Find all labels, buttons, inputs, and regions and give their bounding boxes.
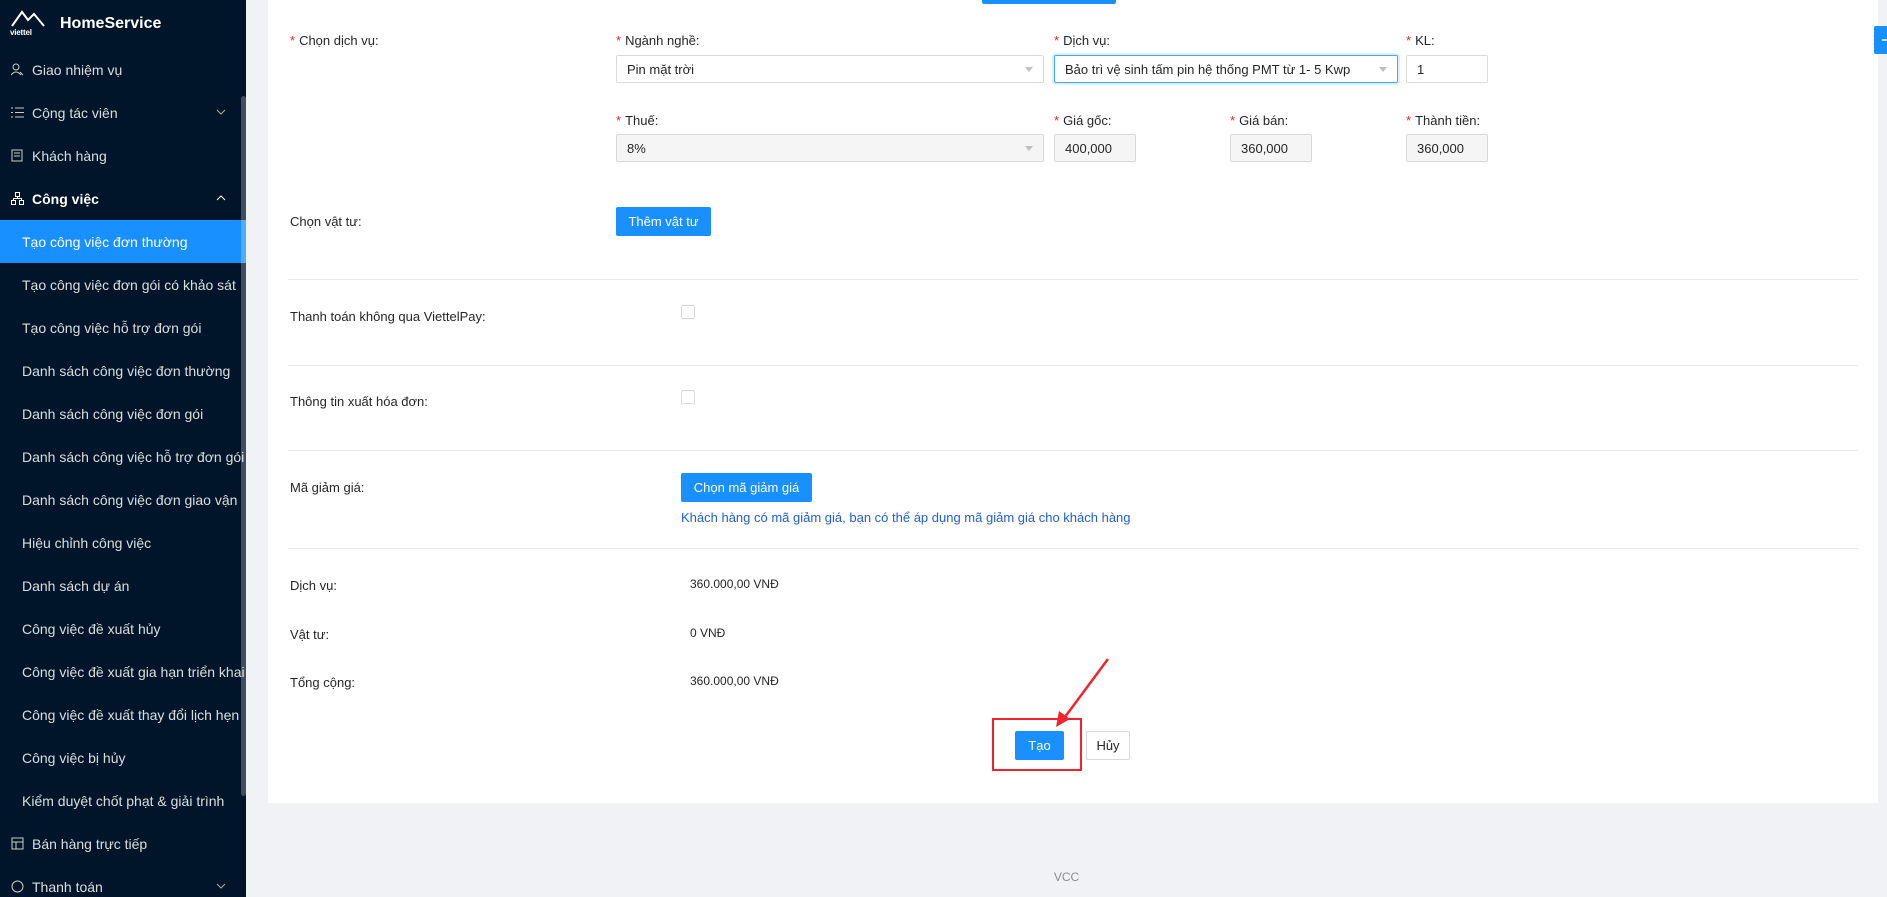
cancel-button[interactable]: Hủy [1086,731,1130,760]
nganh-nghe-select[interactable]: Pin mặt trời [616,55,1044,83]
sidebar-subitem-ds-cong-viec-don-giao-van[interactable]: Danh sách công việc đơn giao vận [0,478,246,521]
payment-icon [10,880,24,894]
sidebar-item-label: Khách hàng [32,147,107,164]
summary-dich-vu-value: 360.000,00 VNĐ [690,577,779,591]
discount-hint-text: Khách hàng có mã giảm giá, bạn có thể áp… [681,510,1131,525]
sidebar-scrollbar[interactable] [241,96,246,796]
gia-goc-label: * Giá gốc: [1054,113,1112,128]
top-button-edge [982,0,1116,4]
sidebar-item-label: Thanh toán [32,878,103,895]
sidebar-subitem-hieu-chinh-cong-viec[interactable]: Hiệu chỉnh công việc [0,521,246,564]
sidebar-subitem-ds-cong-viec-don-goi[interactable]: Danh sách công việc đơn gói [0,392,246,435]
sidebar-item-label: Bán hàng trực tiếp [32,835,148,852]
logo-text: viettel [10,28,32,37]
caret-down-icon [1379,67,1387,72]
sidebar-item-cong-tac-vien[interactable]: Cộng tác viên [0,91,246,134]
sidebar: viettel HomeService Giao nhiệm vụ Cộng t… [0,0,246,897]
kl-input[interactable]: 1 [1406,55,1488,83]
add-supply-button[interactable]: Thêm vật tư [616,207,711,236]
divider [288,450,1858,451]
summary-tong-cong-value: 360.000,00 VNĐ [690,674,779,688]
user-task-icon [10,63,24,77]
sidebar-subitem-cong-viec-de-xuat-huy[interactable]: Công việc đề xuất hủy [0,607,246,650]
service-section-label: * Chọn dịch vụ: [290,33,379,48]
sidebar-menu: Giao nhiệm vụ Cộng tác viên Khách hàng C… [0,48,246,897]
summary-dich-vu-label: Dịch vụ: [290,578,337,593]
sidebar-subitem-tao-cong-viec-don-goi-khao-sat[interactable]: Tạo công việc đơn gói có khảo sát [0,263,246,306]
divider [288,548,1858,549]
shop-icon [10,837,24,851]
sidebar-item-khach-hang[interactable]: Khách hàng [0,134,246,177]
summary-vat-tu-value: 0 VNĐ [690,626,726,640]
cluster-icon [10,192,24,206]
sidebar-item-ban-hang-truc-tiep[interactable]: Bán hàng trực tiếp [0,822,246,865]
xuat-hoa-don-label: Thông tin xuất hóa đơn: [290,394,428,409]
list-icon [10,106,24,120]
choose-discount-button[interactable]: Chọn mã giảm giá [681,473,812,502]
sidebar-subitem-ds-cong-viec-don-thuong[interactable]: Danh sách công việc đơn thường [0,349,246,392]
sidebar-subitem-ds-du-an[interactable]: Danh sách dự án [0,564,246,607]
summary-tong-cong-label: Tổng cộng: [290,675,356,690]
dich-vu-select[interactable]: Bảo trì vệ sinh tấm pin hệ thống PMT từ … [1054,55,1398,83]
chevron-down-icon [216,883,226,889]
annotation-arrow-icon [1056,658,1110,727]
sidebar-subitem-cong-viec-bi-huy[interactable]: Công việc bị hủy [0,736,246,779]
vat-tu-label: Chọn vật tư: [290,214,362,229]
app-title: HomeService [60,15,162,32]
thanh-toan-label: Thanh toán không qua ViettelPay: [290,309,486,324]
sidebar-subitem-cong-viec-doi-lich-hen[interactable]: Công việc đề xuất thay đổi lịch hẹn [0,693,246,736]
sidebar-subitem-tao-cong-viec-don-thuong[interactable]: Tạo công việc đơn thường [0,220,246,263]
gia-ban-label: * Giá bán: [1230,113,1289,128]
caret-down-icon [1025,146,1033,151]
sidebar-item-giao-nhiem-vu[interactable]: Giao nhiệm vụ [0,48,246,91]
footer-text: VCC [1053,870,1080,884]
thanh-tien-label: * Thành tiền: [1406,113,1481,128]
xuat-hoa-don-checkbox[interactable] [681,390,695,404]
chevron-down-icon [216,109,226,115]
divider [288,279,1858,280]
plus-icon [1882,39,1887,41]
gia-ban-input: 360,000 [1230,134,1312,162]
dich-vu-label: * Dịch vụ: [1054,33,1111,48]
thue-select[interactable]: 8% [616,134,1044,162]
caret-down-icon [1025,67,1033,72]
sidebar-item-label: Giao nhiệm vụ [32,61,123,78]
summary-vat-tu-label: Vật tư: [290,627,330,642]
thanh-tien-input: 360,000 [1406,134,1488,162]
nganh-nghe-label: * Ngành nghề: [616,33,700,48]
sidebar-item-label: Công việc [32,190,99,207]
sidebar-item-label: Cộng tác viên [32,104,118,121]
divider [288,365,1858,366]
thue-label: * Thuế: [616,113,659,128]
sidebar-subitem-cong-viec-gia-han[interactable]: Công việc đề xuất gia hạn triển khai [0,650,246,693]
sidebar-item-cong-viec[interactable]: Công việc [0,177,246,220]
ma-giam-gia-label: Mã giảm giá: [290,480,365,495]
thanh-toan-checkbox[interactable] [681,305,695,319]
add-service-button[interactable] [1874,26,1887,54]
kl-label: * KL: [1406,33,1435,48]
gia-goc-input: 400,000 [1054,134,1136,162]
sidebar-subitem-ds-cong-viec-ho-tro-don-goi[interactable]: Danh sách công việc hỗ trợ đơn gói [0,435,246,478]
viettel-logo-icon: viettel [10,8,48,40]
sidebar-item-thanh-toan[interactable]: Thanh toán [0,865,246,897]
app-logo[interactable]: viettel HomeService [0,0,246,48]
sidebar-subitem-tao-cong-viec-ho-tro-don-goi[interactable]: Tạo công việc hỗ trợ đơn gói [0,306,246,349]
customer-book-icon [10,149,24,163]
sidebar-subitem-kiem-duyet-chot-phat[interactable]: Kiểm duyệt chốt phạt & giải trình [0,779,246,822]
chevron-up-icon [216,195,226,201]
